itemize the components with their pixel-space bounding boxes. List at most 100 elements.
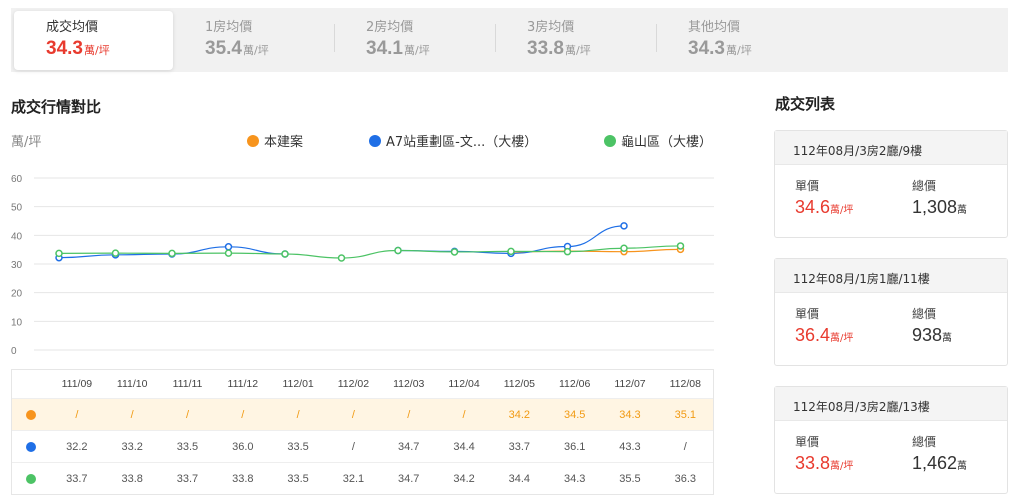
legend-item-project[interactable]: 本建案 [247, 131, 303, 150]
data-label: 33.2 [121, 440, 143, 453]
table-row: / / / / / / / / 34.2 34.5 34.3 35.1 [12, 398, 713, 430]
tab-unit: 萬/坪 [242, 44, 269, 57]
data-point [224, 249, 233, 257]
transaction-title: 112年08月/3房2廳/9樓 [775, 131, 1007, 165]
chart-heading: 成交行情對比 [11, 98, 102, 116]
y-tick-label: 0 [11, 346, 17, 357]
x-tick-label: 112/04 [448, 378, 480, 390]
x-tick-label: 112/07 [614, 378, 646, 390]
y-tick-label: 60 [11, 174, 23, 185]
unit-price-block: 單價 34.6萬/坪 [795, 177, 853, 220]
transaction-title: 112年08月/1房1廳/11樓 [775, 259, 1007, 293]
transaction-card[interactable]: 112年08月/3房2廳/13樓 單價 33.8萬/坪 總價 1,462萬 [774, 386, 1008, 494]
transaction-card[interactable]: 112年08月/1房1廳/11樓 單價 36.4萬/坪 總價 938萬 [774, 258, 1008, 366]
tab-label: 2房均價 [366, 20, 414, 35]
data-label: / [185, 408, 190, 421]
data-label: 34.4 [508, 472, 531, 485]
legend-dot-icon [247, 134, 259, 147]
total-price-value: 1,462 [912, 453, 958, 473]
data-point [337, 254, 346, 262]
tab-1-room-average[interactable]: 1房均價 35.4萬/坪 [173, 8, 334, 72]
data-label: / [351, 440, 355, 453]
y-tick-label: 10 [11, 317, 23, 328]
legend-item-a7-district[interactable]: A7站重劃區-文...（大樓） [369, 131, 537, 150]
legend-label: A7站重劃區-文...（大樓） [386, 135, 538, 150]
tab-label: 其他均價 [688, 20, 741, 35]
data-label: 33.8 [232, 472, 254, 485]
data-label: 32.2 [66, 440, 88, 453]
data-label: / [351, 408, 355, 421]
data-label: / [462, 408, 466, 421]
table-row: 33.7 33.8 33.7 33.8 33.5 32.1 34.7 34.2 34.4 34.3… [12, 462, 713, 494]
unit-price-unit: 萬/坪 [830, 461, 854, 472]
unit-price-value: 36.4 [795, 325, 831, 345]
tab-value: 35.4 [205, 38, 242, 59]
table-header-row: 111/09 111/10 111/11 111/12 112/01 112/02 112/… [12, 370, 713, 398]
tab-unit: 萬/坪 [403, 44, 430, 57]
y-tick-label: 30 [11, 260, 23, 271]
chart-data-table: 111/09 111/10 111/11 111/12 112/01 112/02 112/… [11, 369, 714, 495]
tab-3-room-average[interactable]: 3房均價 33.8萬/坪 [495, 8, 656, 72]
table-row: 32.2 33.2 33.5 36.0 33.5 / 34.7 34.4 33.7 36.1 43.… [12, 430, 713, 462]
data-point [394, 246, 402, 255]
legend-label: 本建案 [264, 135, 304, 150]
legend-dot-icon [604, 134, 616, 147]
transaction-card[interactable]: 112年08月/3房2廳/9樓單價 34.6萬/坪 總價 1,308萬 [774, 130, 1008, 238]
data-label: 35.1 [674, 408, 696, 421]
tab-divider [495, 24, 496, 52]
data-point [168, 249, 176, 258]
x-tick-label: 112/05 [503, 378, 536, 390]
data-label: 34.7 [398, 440, 420, 453]
total-price-value: 1,308 [912, 197, 958, 217]
tab-value: 34.3 [688, 38, 725, 59]
tab-value: 33.8 [527, 38, 564, 59]
series-key [12, 409, 49, 420]
total-price-label: 總價 [912, 307, 937, 321]
x-tick-label: 112/02 [337, 378, 370, 390]
total-price-label: 總價 [912, 435, 937, 449]
tab-2-room-average[interactable]: 2房均價 34.1萬/坪 [334, 8, 495, 72]
list-heading: 成交列表 [775, 95, 836, 113]
data-label: 34.3 [619, 408, 641, 421]
data-label: 35.5 [619, 472, 641, 485]
data-label: / [241, 408, 245, 421]
data-point [563, 247, 572, 256]
data-label: 34.2 [453, 472, 475, 485]
series-key [12, 441, 49, 452]
total-price-unit: 萬 [957, 205, 968, 216]
total-price-label: 總價 [912, 179, 937, 193]
data-point [55, 249, 63, 258]
tab-value: 34.3 [46, 38, 83, 59]
data-point [111, 249, 120, 257]
tab-label: 成交均價 [46, 20, 99, 35]
unit-price-label: 單價 [795, 307, 820, 321]
data-label: 33.5 [176, 440, 199, 453]
data-label: / [130, 408, 134, 421]
data-label: 34.2 [508, 408, 531, 421]
data-label: / [296, 408, 300, 421]
data-label: 33.7 [66, 472, 88, 485]
legend-item-guishan-district[interactable]: 龜山區（大樓） [604, 131, 712, 150]
x-tick-label: 111/10 [116, 378, 148, 390]
data-point [281, 250, 289, 258]
tab-divider [656, 24, 657, 52]
y-axis-unit: 萬/坪 [11, 135, 42, 150]
tab-overall-average[interactable]: 成交均價 34.3萬/坪 [14, 11, 173, 70]
data-point [224, 243, 233, 251]
x-tick-label: 112/08 [669, 378, 701, 390]
tab-other-average[interactable]: 其他均價 34.3萬/坪 [656, 8, 817, 72]
x-tick-label: 112/03 [393, 378, 425, 390]
series-dot-icon [25, 473, 36, 484]
legend-label: 龜山區（大樓） [621, 135, 713, 150]
y-tick-label: 40 [11, 231, 23, 242]
x-tick-label: 112/06 [559, 378, 591, 390]
series-dot-icon [25, 441, 36, 452]
x-tick-label: 111/09 [61, 378, 93, 390]
total-price-block: 總價 1,462萬 [912, 433, 967, 476]
tab-label: 1房均價 [205, 20, 253, 35]
data-label: 33.5 [287, 472, 309, 485]
tab-value: 34.1 [366, 38, 403, 59]
unit-price-unit: 萬/坪 [830, 333, 854, 344]
data-label: / [75, 408, 79, 421]
x-tick-label: 112/01 [282, 378, 314, 390]
